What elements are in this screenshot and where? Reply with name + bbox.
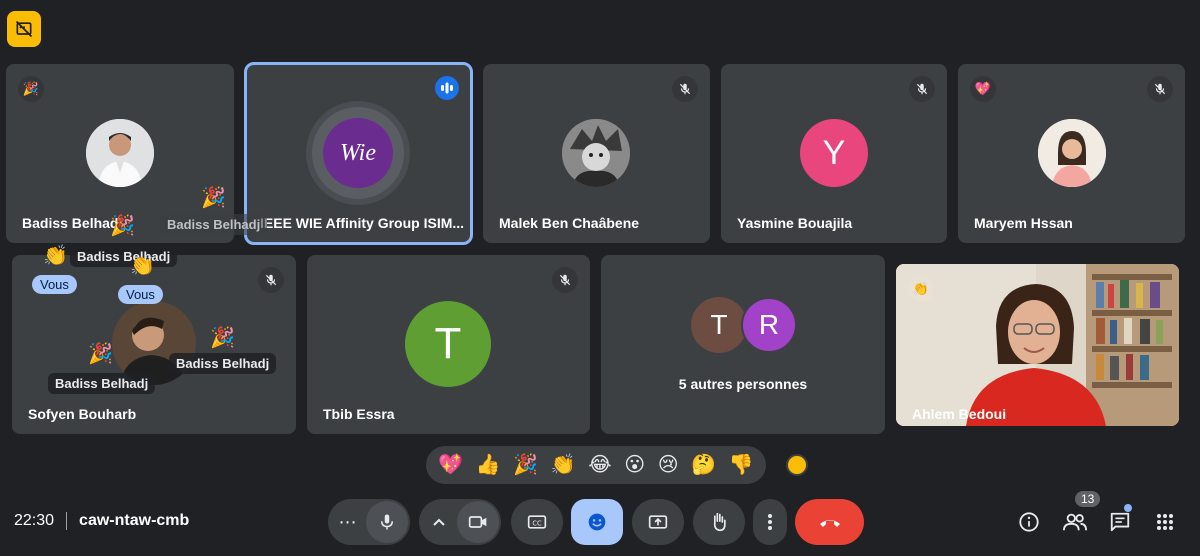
avatar-initial: T bbox=[405, 301, 491, 387]
people-icon bbox=[1063, 513, 1087, 531]
emoji-button[interactable] bbox=[571, 499, 623, 545]
apps-icon bbox=[1157, 514, 1173, 530]
avatar-initial-t: T bbox=[691, 297, 747, 353]
you-label: Vous bbox=[32, 275, 77, 294]
call-end-icon bbox=[819, 520, 840, 527]
mic-off-icon bbox=[258, 267, 284, 293]
avatar bbox=[562, 119, 630, 187]
avatar-initial-r: R bbox=[741, 297, 797, 353]
present-button[interactable] bbox=[632, 499, 684, 545]
participant-tile-others[interactable]: T R 5 autres personnes bbox=[601, 255, 885, 434]
avatar bbox=[1038, 119, 1106, 187]
participant-name: Malek Ben Chaâbene bbox=[499, 215, 640, 231]
camera-button[interactable] bbox=[457, 501, 499, 543]
emoji-icon bbox=[588, 513, 606, 531]
meeting-details-button[interactable] bbox=[1015, 508, 1043, 536]
ieee-wie-logo: Wie bbox=[323, 118, 393, 188]
chevron-up-icon[interactable] bbox=[421, 517, 457, 527]
participant-name: IEEE WIE Affinity Group ISIM... bbox=[260, 215, 465, 231]
floating-reaction-name: Badiss Belhadj bbox=[169, 353, 277, 374]
captions-button[interactable]: CC bbox=[511, 499, 563, 545]
reaction-surprised-button[interactable]: 😮 bbox=[624, 455, 645, 475]
recording-indicator-badge[interactable] bbox=[7, 11, 41, 47]
floating-clap-emoji: 👏 bbox=[43, 245, 68, 267]
participant-name: Maryem Hssan bbox=[974, 215, 1073, 231]
more-horiz-icon[interactable]: ⋯ bbox=[330, 512, 366, 533]
reaction-thumbs-up-button[interactable]: 👍 bbox=[476, 455, 501, 475]
reaction-laugh-button[interactable]: 😂 bbox=[588, 455, 611, 475]
reaction-bar: 💖 👍 🎉 👏 😂 😮 😢 🤔 👎 bbox=[426, 446, 766, 484]
you-label: Vous bbox=[118, 285, 163, 304]
floating-clap-emoji: 👏 bbox=[130, 255, 155, 277]
mic-button[interactable] bbox=[366, 501, 408, 543]
present-icon bbox=[648, 515, 668, 529]
people-count-badge: 13 bbox=[1075, 491, 1101, 507]
reaction-heart-icon: 💖 bbox=[970, 76, 996, 102]
participant-name: Ahlem Bedoui bbox=[912, 406, 1007, 422]
leave-call-button[interactable] bbox=[795, 499, 864, 545]
floating-party-emoji: 🎉 bbox=[110, 215, 135, 237]
floating-party-emoji: 🎉 bbox=[88, 343, 113, 365]
mic-off-icon bbox=[672, 76, 698, 102]
participant-tile-malek[interactable]: Malek Ben Chaâbene bbox=[483, 64, 710, 243]
avatar bbox=[86, 119, 154, 187]
cast-off-icon bbox=[15, 20, 33, 38]
floating-reaction-name: Badiss Belhadj bbox=[70, 246, 178, 267]
participant-tile-yasmine[interactable]: Y Yasmine Bouajila bbox=[721, 64, 947, 243]
floating-reaction-name: Badiss Belhadj bbox=[160, 214, 268, 235]
floating-party-emoji: 🎉 bbox=[210, 327, 235, 349]
floating-party-emoji: 🎉 bbox=[201, 187, 226, 209]
reaction-clap-button[interactable]: 👏 bbox=[551, 455, 576, 475]
mic-off-icon bbox=[552, 267, 578, 293]
participant-tile-ieee-wie[interactable]: Wie IEEE WIE Affinity Group ISIM... bbox=[244, 62, 473, 245]
reaction-thinking-button[interactable]: 🤔 bbox=[691, 455, 716, 475]
mic-icon bbox=[381, 514, 393, 530]
participant-name: Yasmine Bouajila bbox=[737, 215, 853, 231]
audio-level-icon bbox=[435, 76, 459, 100]
people-button[interactable] bbox=[1061, 508, 1089, 536]
skin-tone-selector[interactable] bbox=[786, 454, 808, 476]
reaction-sad-button[interactable]: 😢 bbox=[658, 455, 679, 475]
info-icon bbox=[1019, 512, 1039, 532]
participant-name: Tbib Essra bbox=[323, 406, 395, 422]
participant-video bbox=[896, 264, 1179, 426]
reaction-party-button[interactable]: 🎉 bbox=[513, 455, 538, 475]
mic-off-icon bbox=[909, 76, 935, 102]
participant-tile-maryem[interactable]: 💖 Maryem Hssan bbox=[958, 64, 1185, 243]
more-vert-icon bbox=[768, 514, 772, 530]
captions-icon: CC bbox=[527, 515, 547, 529]
raise-hand-button[interactable] bbox=[693, 499, 745, 545]
reaction-heart-button[interactable]: 💖 bbox=[438, 455, 463, 475]
divider bbox=[66, 512, 68, 530]
reaction-party-icon: 🎉 bbox=[18, 76, 44, 102]
others-label: 5 autres personnes bbox=[678, 376, 808, 392]
activities-button[interactable] bbox=[1151, 508, 1179, 536]
videocam-icon bbox=[468, 516, 487, 528]
raise-hand-icon bbox=[713, 512, 726, 532]
participant-tile-tbib[interactable]: T Tbib Essra bbox=[307, 255, 590, 434]
mic-off-icon bbox=[1147, 76, 1173, 102]
chat-icon bbox=[1110, 512, 1130, 532]
clock-time: 22:30 bbox=[14, 512, 55, 529]
more-options-button[interactable] bbox=[753, 499, 787, 545]
camera-control-group bbox=[419, 499, 501, 545]
svg-text:CC: CC bbox=[532, 519, 542, 527]
mic-control-group: ⋯ bbox=[328, 499, 410, 545]
floating-reaction-name: Badiss Belhadj bbox=[48, 373, 156, 394]
meeting-info: 22:30 caw-ntaw-cmb bbox=[14, 512, 189, 530]
participant-tile-ahlem[interactable]: 👏 Ahlem Bedoui bbox=[896, 264, 1179, 426]
meeting-code: caw-ntaw-cmb bbox=[79, 512, 190, 529]
participant-name: Badiss Belhadj bbox=[22, 215, 123, 231]
reaction-thumbs-down-button[interactable]: 👎 bbox=[729, 455, 754, 475]
participant-name: Sofyen Bouharb bbox=[28, 406, 137, 422]
avatar-initial: Y bbox=[800, 119, 868, 187]
chat-button[interactable] bbox=[1106, 508, 1134, 536]
reaction-clap-icon: 👏 bbox=[908, 276, 934, 302]
